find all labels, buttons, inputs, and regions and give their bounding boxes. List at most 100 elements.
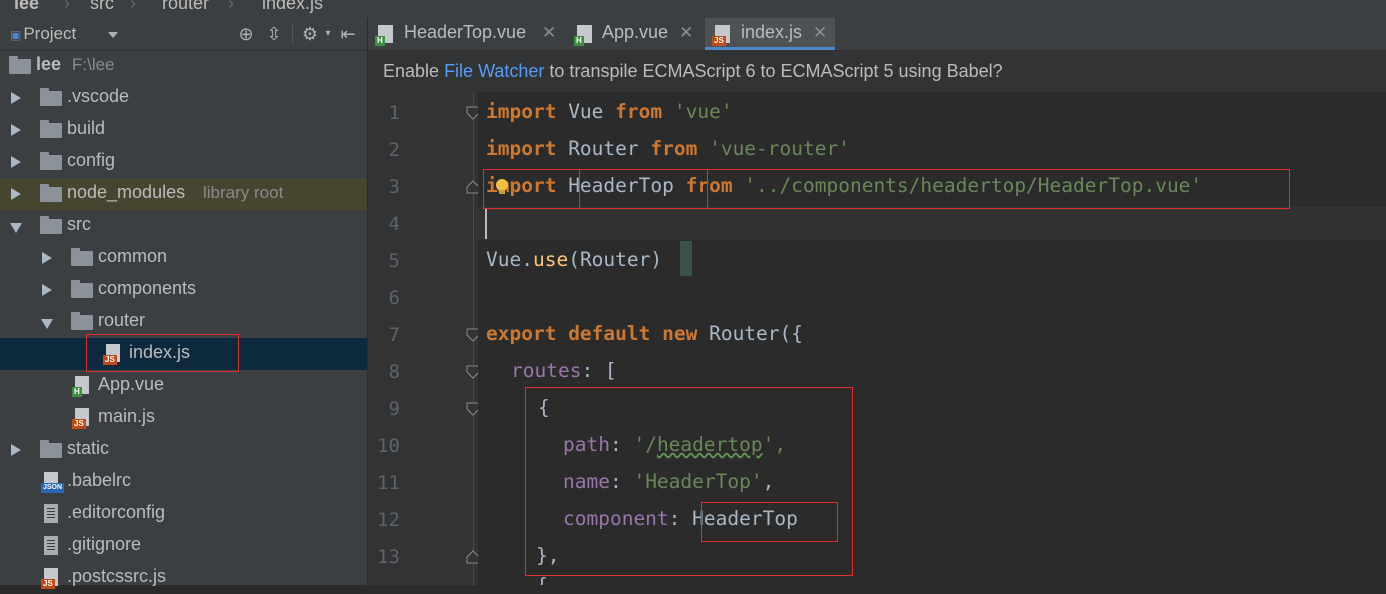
line-number: 1 xyxy=(388,102,400,124)
expand-arrow-icon[interactable] xyxy=(42,284,52,296)
line-number: 11 xyxy=(377,472,400,494)
project-icon: ▣ xyxy=(10,28,22,42)
tree-item-label: .vscode xyxy=(67,86,130,106)
chevron-down-icon[interactable] xyxy=(108,32,118,38)
code-line-10[interactable]: path: '/headertop', xyxy=(563,433,786,456)
folder-icon xyxy=(40,440,62,458)
tree-item-gitignore[interactable]: .gitignore xyxy=(0,530,367,562)
line-number: 9 xyxy=(388,398,400,420)
tree-item-components[interactable]: components xyxy=(0,274,367,306)
js-file-icon: JS xyxy=(72,408,89,429)
tree-item-router[interactable]: router xyxy=(0,306,367,338)
tree-item-src[interactable]: src xyxy=(0,210,367,242)
code-line-14[interactable]: { xyxy=(536,574,548,585)
vue-file-icon: H xyxy=(574,25,592,46)
expand-arrow-icon[interactable] xyxy=(11,92,21,104)
code-line-11[interactable]: name: 'HeaderTop', xyxy=(563,470,774,493)
folder-icon xyxy=(71,312,93,330)
notice-text: Enable File Watcher to transpile ECMAScr… xyxy=(383,61,1003,82)
file-watcher-notification: Enable File Watcher to transpile ECMAScr… xyxy=(368,51,1386,93)
tree-item-index-js[interactable]: JS index.js xyxy=(0,338,367,370)
file-watcher-link[interactable]: File Watcher xyxy=(444,61,544,81)
collapse-arrow-icon[interactable] xyxy=(10,223,22,233)
tree-item-label: main.js xyxy=(98,406,156,426)
tree-item-label: lee xyxy=(36,54,62,74)
line-number: 6 xyxy=(388,287,400,309)
line-number: 3 xyxy=(388,176,400,198)
tree-item-label: .postcssrc.js xyxy=(67,566,167,586)
vue-file-icon: H xyxy=(375,25,393,46)
code-line-1[interactable]: import Vue from 'vue' xyxy=(486,100,733,123)
tab-label: App.vue xyxy=(602,22,669,42)
code-line-9[interactable]: { xyxy=(538,396,550,419)
tree-item-label: .editorconfig xyxy=(67,502,166,522)
breadcrumb-item-index-js[interactable]: index.js xyxy=(262,0,323,14)
tree-item-label: node_modules xyxy=(67,182,186,202)
lightbulb-icon[interactable] xyxy=(494,178,510,196)
expand-arrow-icon[interactable] xyxy=(42,252,52,264)
folder-icon xyxy=(9,56,31,74)
close-icon[interactable]: ✕ xyxy=(813,23,827,43)
editor-gutter: 1 2 3 4 5 6 7 8 9 10 11 12 13 xyxy=(368,92,478,585)
tree-item-postcssrc[interactable]: JS .postcssrc.js xyxy=(0,562,367,594)
breadcrumb-item-lee[interactable]: lee xyxy=(14,0,39,14)
tree-item-label: App.vue xyxy=(98,374,165,394)
tree-item-label: build xyxy=(67,118,106,138)
tab-app-vue[interactable]: H App.vue ✕ xyxy=(567,18,703,50)
tree-item-vscode[interactable]: .vscode xyxy=(0,82,367,114)
tree-item-main-js[interactable]: JS main.js xyxy=(0,402,367,434)
line-number: 10 xyxy=(377,435,400,457)
gear-dropdown-icon[interactable]: ▾ xyxy=(318,24,338,44)
expand-arrow-icon[interactable] xyxy=(11,156,21,168)
close-icon[interactable]: ✕ xyxy=(542,23,556,43)
line-number: 8 xyxy=(388,361,400,383)
code-line-2[interactable]: import Router from 'vue-router' xyxy=(486,137,850,160)
tree-item-label: .gitignore xyxy=(67,534,142,554)
tree-item-babelrc[interactable]: JSON .babelrc xyxy=(0,466,367,498)
code-line-12[interactable]: component: HeaderTop xyxy=(563,507,798,530)
tree-item-node-modules[interactable]: node_modules library root xyxy=(0,178,367,210)
close-icon[interactable]: ✕ xyxy=(679,23,693,43)
collapse-arrow-icon[interactable] xyxy=(41,319,53,329)
hide-icon[interactable]: ⇤ xyxy=(338,24,358,44)
code-line-7[interactable]: export default new Router({ xyxy=(486,322,803,345)
tree-item-label: index.js xyxy=(129,342,191,362)
collapse-icon[interactable]: ⇳ xyxy=(264,24,284,44)
line-number: 13 xyxy=(377,546,400,568)
tree-item-label: common xyxy=(98,246,168,266)
target-icon[interactable]: ⊕ xyxy=(236,24,256,44)
library-root-label: library root xyxy=(203,183,284,202)
code-line-8[interactable]: routes: [ xyxy=(511,359,617,382)
line-number: 7 xyxy=(388,324,400,346)
expand-arrow-icon[interactable] xyxy=(11,124,21,136)
tree-item-static[interactable]: static xyxy=(0,434,367,466)
breadcrumb-item-router[interactable]: router xyxy=(162,0,209,14)
js-file-icon: JS xyxy=(712,25,730,46)
tab-index-js[interactable]: JS index.js ✕ xyxy=(705,18,835,50)
folder-icon xyxy=(40,88,62,106)
tree-item-label: static xyxy=(67,438,110,458)
breadcrumb-sep: › xyxy=(64,0,70,13)
tree-item-label: .babelrc xyxy=(67,470,132,490)
tree-item-label: components xyxy=(98,278,197,298)
tab-headertop-vue[interactable]: H HeaderTop.vue ✕ xyxy=(368,18,565,50)
breadcrumb: lee › src › router › index.js xyxy=(0,0,1386,18)
gear-icon[interactable]: ⚙ xyxy=(300,24,320,44)
text-file-icon xyxy=(44,536,58,555)
code-line-3[interactable]: import HeaderTop from '../components/hea… xyxy=(486,174,1202,197)
tree-item-lee[interactable]: lee F:\lee xyxy=(0,50,367,82)
expand-arrow-icon[interactable] xyxy=(11,444,21,456)
line-number: 4 xyxy=(388,213,400,235)
folder-icon xyxy=(71,280,93,298)
tree-item-build[interactable]: build xyxy=(0,114,367,146)
breadcrumb-item-src[interactable]: src xyxy=(90,0,114,14)
code-line-13[interactable]: }, xyxy=(536,544,559,567)
tree-item-editorconfig[interactable]: .editorconfig xyxy=(0,498,367,530)
tree-item-app-vue[interactable]: H App.vue xyxy=(0,370,367,402)
tree-item-config[interactable]: config xyxy=(0,146,367,178)
code-line-5[interactable]: Vue.use(Router) xyxy=(486,248,662,271)
tree-item-common[interactable]: common xyxy=(0,242,367,274)
project-view-selector[interactable]: ▣ Project xyxy=(10,24,76,44)
expand-arrow-icon[interactable] xyxy=(11,188,21,200)
tree-item-label: router xyxy=(98,310,146,330)
